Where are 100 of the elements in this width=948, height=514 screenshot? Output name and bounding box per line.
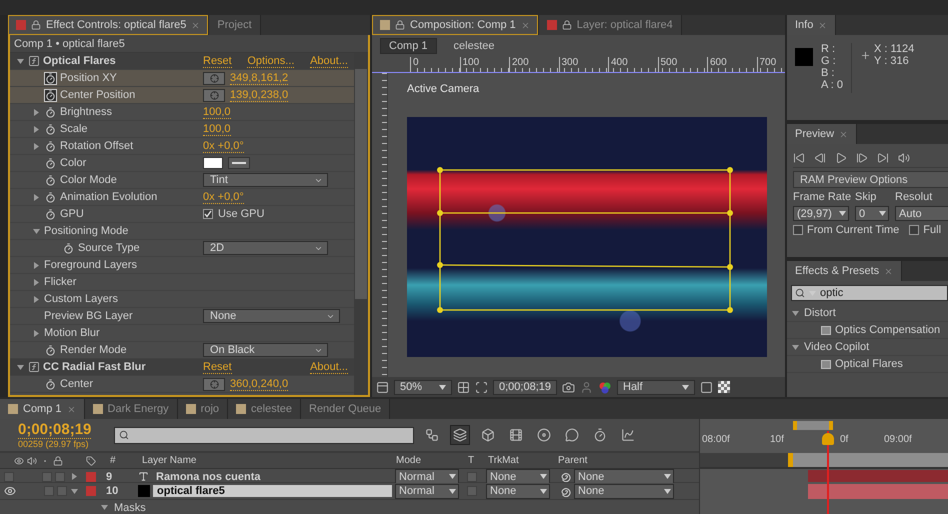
stopwatch-icon[interactable] [44, 344, 57, 356]
layer-row[interactable]: 9 Ramona nos cuenta Normal None None [0, 469, 699, 483]
panel-tab[interactable]: Project [209, 15, 261, 35]
layer-name[interactable]: Ramona nos cuenta [152, 470, 392, 482]
effect-link[interactable]: About... [310, 360, 348, 374]
stopwatch-icon[interactable] [44, 208, 57, 220]
scrollbar[interactable] [354, 53, 368, 395]
graph-icon[interactable] [621, 428, 635, 442]
panel-tab[interactable]: Dark Energy [84, 399, 178, 419]
skip-back-icon[interactable] [793, 152, 805, 164]
mask-outline-drawing[interactable] [437, 167, 733, 313]
close-icon[interactable] [191, 20, 200, 30]
trkmat-dropdown[interactable]: None [486, 484, 550, 498]
point-value[interactable]: 360,0,240,0 [230, 378, 288, 390]
dropdown[interactable]: (29,97) [793, 206, 849, 221]
effect-link[interactable]: About... [310, 54, 348, 68]
comp-breadcrumb[interactable]: Comp 1 [380, 38, 437, 54]
effect-link[interactable]: Options... [247, 54, 294, 68]
twirl-arrow[interactable] [16, 58, 25, 64]
parent-dropdown[interactable]: None [574, 484, 674, 498]
dropdown[interactable]: Tint [203, 173, 328, 187]
twirl-arrow[interactable] [791, 310, 800, 316]
rgb-circles-icon[interactable] [598, 380, 612, 394]
checkerboard-icon[interactable] [718, 381, 730, 393]
stopwatch-icon[interactable] [44, 88, 57, 102]
ram-preview-options-button[interactable]: RAM Preview Options [793, 171, 948, 188]
play-icon[interactable] [835, 152, 847, 164]
trkmat-dropdown[interactable]: None [486, 469, 550, 484]
point-value[interactable]: 139,0,238,0 [230, 88, 288, 102]
dropdown[interactable]: None [203, 309, 340, 323]
checkbox[interactable] [793, 225, 803, 235]
point-value[interactable]: 349,8,161,2 [230, 72, 288, 84]
mode-dropdown[interactable]: Normal [395, 469, 459, 484]
switch-box[interactable] [42, 472, 52, 482]
color-swatch[interactable] [203, 157, 223, 169]
stopwatch-icon[interactable] [44, 190, 57, 204]
dropdown[interactable]: On Black [203, 343, 328, 357]
twirl-arrow[interactable] [32, 296, 41, 302]
switch-box[interactable] [44, 486, 54, 496]
region-icon[interactable] [700, 380, 713, 394]
parent-dropdown[interactable]: None [574, 469, 674, 484]
dashed-frame-icon[interactable] [475, 380, 488, 394]
twirl-arrow[interactable] [32, 142, 41, 150]
label-swatch[interactable] [86, 472, 96, 482]
checkbox[interactable] [909, 225, 920, 235]
panel-icon[interactable] [376, 380, 389, 394]
twirl-arrow[interactable] [32, 278, 41, 286]
stopwatch-icon[interactable] [44, 378, 57, 390]
zoom-dropdown[interactable]: 50% [394, 380, 452, 394]
close-icon[interactable] [520, 20, 530, 30]
switch-box[interactable] [55, 472, 65, 482]
dropdown[interactable]: 0 [855, 206, 889, 221]
twirl-arrow[interactable] [791, 344, 800, 350]
mode-dropdown[interactable]: Normal [395, 484, 459, 498]
visibility-toggle[interactable] [4, 472, 14, 482]
stopwatch-icon[interactable] [44, 174, 57, 186]
disc-icon[interactable] [537, 428, 551, 442]
stopwatch-icon[interactable] [44, 140, 57, 152]
camera-icon[interactable] [562, 380, 575, 394]
panel-tab[interactable]: Preview [787, 124, 858, 144]
panel-tab[interactable]: celestee [228, 399, 301, 419]
twirl-arrow[interactable] [32, 262, 41, 268]
layer-name[interactable]: optical flare5 [153, 485, 392, 497]
dropdown[interactable]: 2D [203, 241, 328, 255]
dropdown[interactable]: Auto [895, 206, 948, 221]
timecode[interactable]: 0;00;08;19 [18, 421, 92, 439]
stopwatch-icon[interactable] [593, 428, 607, 442]
resolution-dropdown[interactable]: Half [617, 380, 695, 394]
number-value[interactable]: 0x +0,0° [203, 190, 244, 204]
stopwatch-icon[interactable] [62, 242, 75, 254]
person-icon[interactable] [580, 380, 593, 394]
close-icon[interactable] [818, 20, 828, 30]
stopwatch-icon[interactable] [44, 122, 57, 136]
close-icon[interactable] [839, 130, 848, 138]
panel-tab[interactable]: Layer: optical flare4 [538, 15, 682, 35]
step-back-icon[interactable] [814, 152, 826, 164]
layer-row[interactable]: 10 optical flare5 Normal None None [0, 483, 699, 500]
workflow-icon[interactable] [425, 428, 439, 442]
twirl-arrow[interactable] [32, 330, 41, 336]
time-navigator[interactable] [793, 420, 833, 430]
twirl-arrow[interactable] [16, 364, 25, 370]
label-swatch[interactable] [86, 486, 96, 496]
step-forward-icon[interactable] [856, 152, 868, 164]
layers-icon[interactable] [453, 428, 467, 442]
close-icon[interactable] [66, 404, 76, 414]
stopwatch-icon[interactable] [44, 106, 57, 118]
number-value[interactable]: 0x +0,0° [203, 140, 244, 152]
twirl-arrow[interactable] [32, 126, 41, 132]
effect-link[interactable]: Reset [203, 360, 232, 374]
stopwatch-icon[interactable] [44, 72, 57, 84]
point-picker-button[interactable] [203, 88, 225, 102]
pick-whip-icon[interactable] [560, 486, 571, 496]
panel-tab[interactable]: Effect Controls: optical flare5 [8, 15, 210, 35]
time-field[interactable]: 0;00;08;19 [493, 380, 557, 394]
panel-tab[interactable]: Effects & Presets [787, 261, 902, 281]
grid-icon[interactable] [457, 380, 470, 394]
speech-bubble-icon[interactable] [565, 428, 579, 442]
panel-tab[interactable]: Composition: Comp 1 [372, 15, 539, 35]
effect-link[interactable]: Reset [203, 54, 232, 68]
switch-box[interactable] [57, 486, 67, 496]
